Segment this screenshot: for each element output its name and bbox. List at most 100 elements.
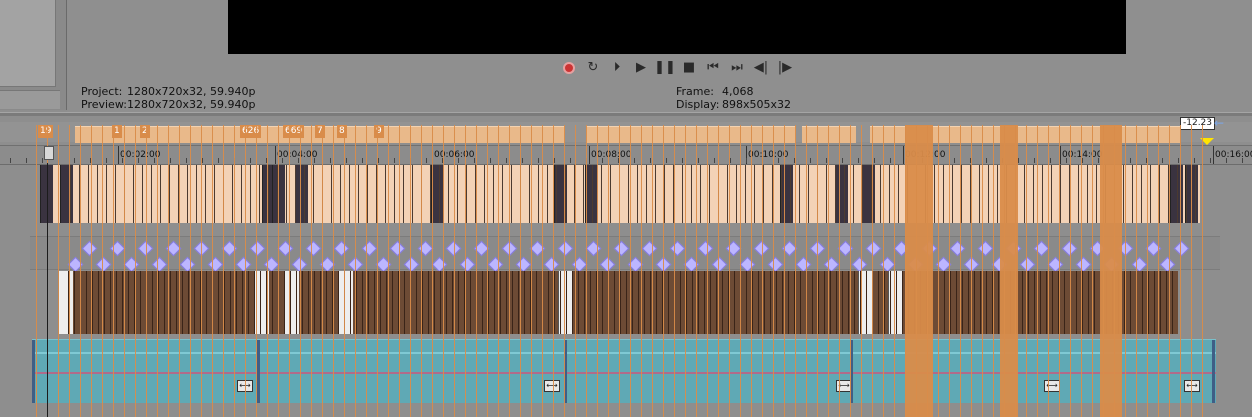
envelope-keyframe[interactable] <box>389 240 406 257</box>
envelope-keyframe[interactable] <box>1159 256 1176 273</box>
envelope-keyframe[interactable] <box>403 256 420 273</box>
previous-frame-button[interactable]: ◀| <box>752 59 770 77</box>
envelope-keyframe[interactable] <box>207 256 224 273</box>
marker-flag[interactable]: 669 <box>283 125 305 138</box>
video-clip-edge <box>160 165 161 223</box>
envelope-keyframe[interactable] <box>795 256 812 273</box>
envelope-keyframe[interactable] <box>123 256 140 273</box>
project-info: Project: 1280x720x32, 59.940p Preview:128… <box>81 85 255 111</box>
media-thumbnail-area[interactable] <box>0 0 56 87</box>
marker-line <box>773 125 774 417</box>
envelope-keyframe[interactable] <box>851 256 868 273</box>
envelope-keyframe[interactable] <box>431 256 448 273</box>
record-button[interactable] <box>560 59 578 77</box>
region-bar[interactable] <box>802 126 856 143</box>
marker-bar[interactable]: 19 1 2 626 669 7 8 9 <box>0 122 1252 143</box>
envelope-keyframe[interactable] <box>487 256 504 273</box>
marker-flag[interactable]: 9 <box>374 125 384 138</box>
go-to-start-button[interactable]: ⏮ <box>704 59 722 77</box>
audio-waveform-line <box>1076 271 1077 334</box>
marker-flag[interactable]: 19 <box>38 125 54 138</box>
envelope-node[interactable]: ⟷ <box>1184 380 1200 392</box>
marker-flag[interactable]: 8 <box>337 125 347 138</box>
audio-waveform-line <box>392 271 393 334</box>
envelope-keyframe[interactable] <box>515 256 532 273</box>
envelope-keyframe[interactable] <box>1075 256 1092 273</box>
ruler-minor-tick <box>362 158 363 163</box>
envelope-keyframe[interactable] <box>739 256 756 273</box>
event-fade-handle[interactable] <box>1212 340 1215 403</box>
envelope-keyframe[interactable] <box>613 240 630 257</box>
envelope-keyframe[interactable] <box>1019 256 1036 273</box>
envelope-keyframe[interactable] <box>361 240 378 257</box>
marker-line <box>399 125 400 417</box>
envelope-keyframe[interactable] <box>179 256 196 273</box>
pause-button[interactable]: ❚❚ <box>654 59 676 77</box>
video-thumbnail[interactable] <box>862 165 875 223</box>
play-from-start-button[interactable]: ⏵ <box>608 59 626 77</box>
ruler-minor-tick <box>506 158 507 163</box>
envelope-track[interactable] <box>30 236 1220 273</box>
envelope-keyframe[interactable] <box>767 256 784 273</box>
marker-flag[interactable]: 2 <box>140 125 150 138</box>
envelope-keyframe[interactable] <box>543 256 560 273</box>
next-frame-button[interactable]: |▶ <box>776 59 794 77</box>
panel-splitter[interactable] <box>0 112 1252 116</box>
envelope-node[interactable]: ⟷ <box>1044 380 1060 392</box>
envelope-keyframe[interactable] <box>277 240 294 257</box>
panel-scroll-area[interactable] <box>0 90 60 109</box>
envelope-keyframe[interactable] <box>95 256 112 273</box>
envelope-keyframe[interactable] <box>1047 256 1064 273</box>
marker-line <box>674 125 675 417</box>
envelope-keyframe[interactable] <box>459 256 476 273</box>
audio-envelope-track[interactable]: ⟷⟷⟷⟷⟷ <box>32 339 1216 403</box>
envelope-node[interactable]: ⟷ <box>544 380 560 392</box>
video-clip-edge <box>232 165 233 223</box>
playhead-line[interactable] <box>47 163 48 417</box>
envelope-keyframe[interactable] <box>865 240 882 257</box>
envelope-keyframe[interactable] <box>697 240 714 257</box>
timeline-ruler[interactable]: 00:02:0000:04:0000:06:0000:08:0000:10:00… <box>0 145 1252 165</box>
playhead-handle[interactable] <box>44 146 54 160</box>
level-arrow-icon[interactable]: ← <box>1214 116 1224 130</box>
volume-envelope-line[interactable] <box>32 352 1216 354</box>
region-bar[interactable] <box>586 126 796 143</box>
audio-waveform-line <box>848 271 849 334</box>
envelope-keyframe[interactable] <box>235 256 252 273</box>
marker-flag[interactable]: 7 <box>315 125 325 138</box>
envelope-keyframe[interactable] <box>1131 256 1148 273</box>
pan-envelope-line[interactable] <box>32 372 1216 374</box>
audio-waveform-line <box>572 271 573 334</box>
ruler-minor-tick <box>458 158 459 163</box>
audio-clip[interactable] <box>58 271 73 334</box>
event-fade-handle[interactable] <box>32 340 35 403</box>
envelope-keyframe[interactable] <box>1173 240 1190 257</box>
video-thumbnail[interactable] <box>60 165 73 223</box>
envelope-keyframe[interactable] <box>81 240 98 257</box>
envelope-keyframe[interactable] <box>977 240 994 257</box>
envelope-keyframe[interactable] <box>333 240 350 257</box>
envelope-keyframe[interactable] <box>249 240 266 257</box>
envelope-keyframe[interactable] <box>823 256 840 273</box>
envelope-keyframe[interactable] <box>641 240 658 257</box>
envelope-keyframe[interactable] <box>305 240 322 257</box>
envelope-keyframe[interactable] <box>949 240 966 257</box>
marker-line <box>872 125 873 417</box>
marker-line <box>806 125 807 417</box>
video-thumbnail[interactable] <box>295 165 308 223</box>
marker-flag[interactable]: 626 <box>240 125 262 138</box>
envelope-keyframe[interactable] <box>557 240 574 257</box>
event-fade-handle[interactable] <box>257 340 260 403</box>
go-to-end-button[interactable]: ⏭ <box>728 59 746 77</box>
stop-button[interactable]: ■ <box>680 59 698 77</box>
envelope-keyframe[interactable] <box>585 240 602 257</box>
envelope-keyframe[interactable] <box>669 240 686 257</box>
audio-waveform-line <box>290 271 291 334</box>
loop-button[interactable]: ↻ <box>584 59 602 77</box>
envelope-keyframe[interactable] <box>711 256 728 273</box>
play-button[interactable]: ▶ <box>632 59 650 77</box>
video-thumbnail[interactable] <box>835 165 848 223</box>
video-clip-edge <box>385 165 386 223</box>
audio-waveform-line <box>188 271 189 334</box>
envelope-keyframe[interactable] <box>151 256 168 273</box>
